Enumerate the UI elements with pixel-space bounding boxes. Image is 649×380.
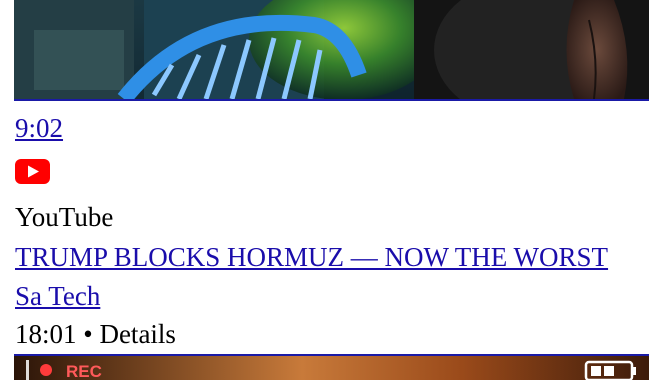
video-title-link[interactable]: TRUMP BLOCKS HORMUZ — NOW THE WORST xyxy=(15,239,608,275)
channel-link[interactable]: Sa Tech xyxy=(15,278,100,314)
next-video-thumbnail[interactable]: REC xyxy=(14,354,649,380)
video-duration-link[interactable]: 9:02 xyxy=(15,111,63,145)
search-results-page: 9:02 YouTube TRUMP BLOCKS HORMUZ — NOW T… xyxy=(0,0,649,380)
video-thumbnail[interactable] xyxy=(14,0,649,101)
video-meta: 18:01 • Details xyxy=(15,319,176,349)
source-name: YouTube xyxy=(15,202,114,232)
youtube-icon xyxy=(15,159,50,184)
next-thumbnail-image xyxy=(14,356,649,380)
thumbnail-image xyxy=(14,0,649,99)
rec-label: REC xyxy=(66,362,102,380)
